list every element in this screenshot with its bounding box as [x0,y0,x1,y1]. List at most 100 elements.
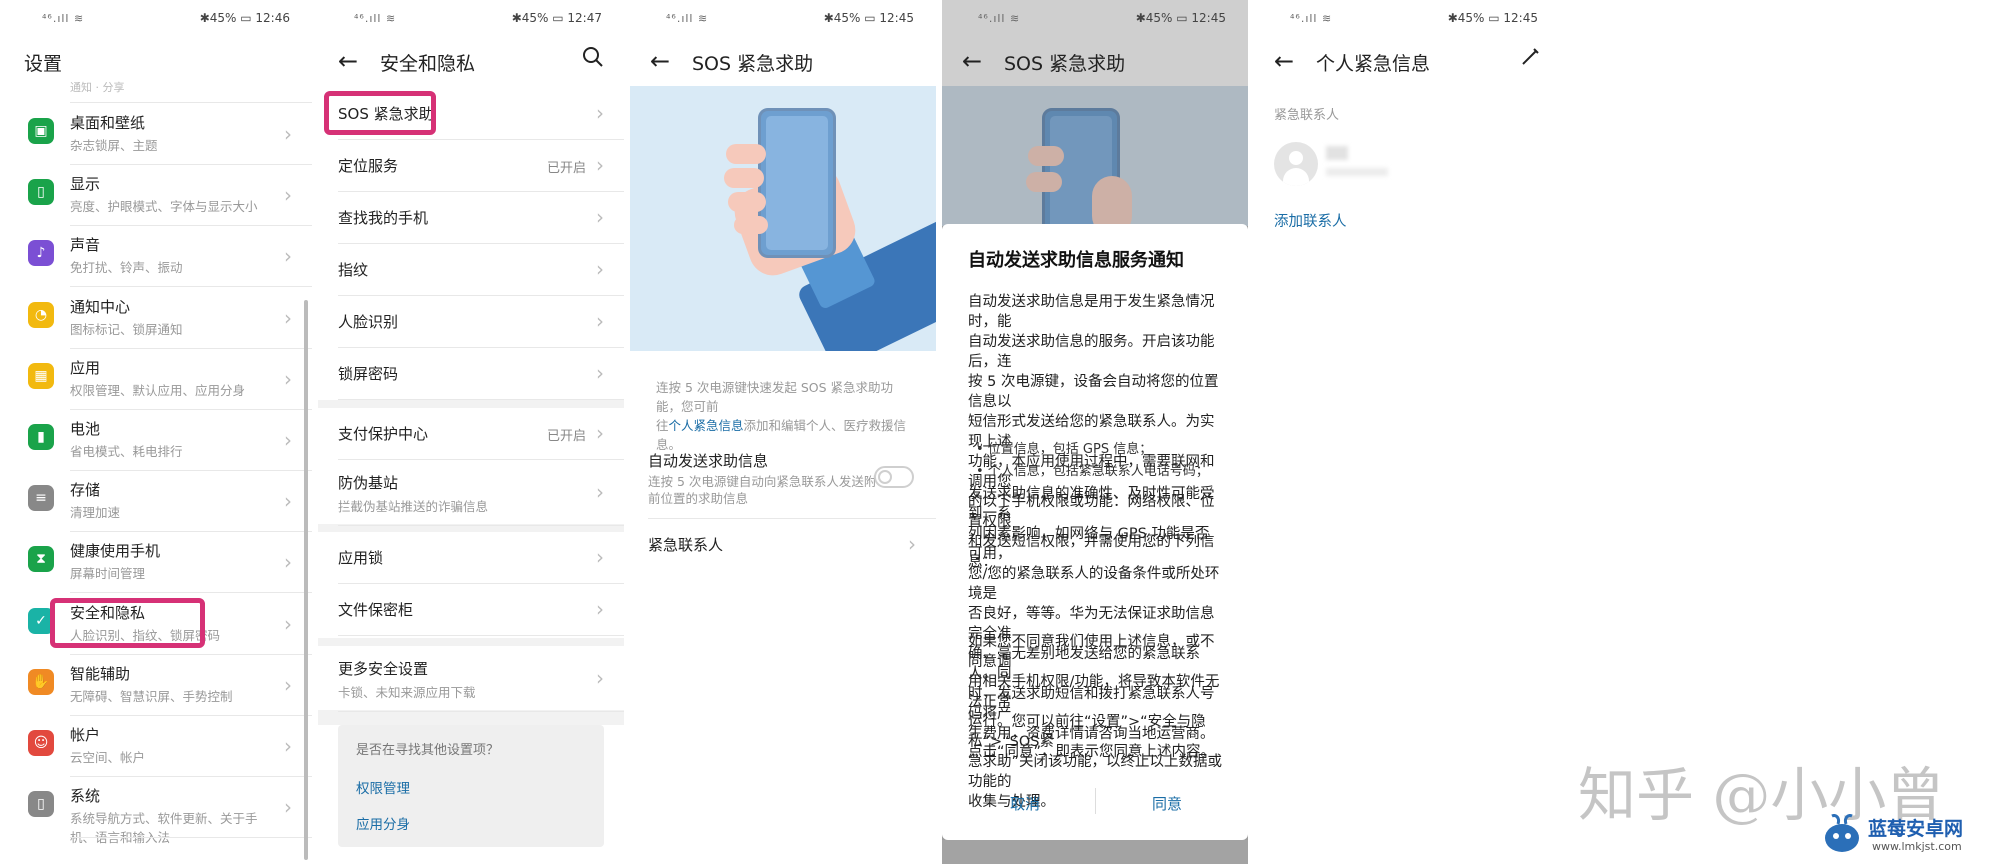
security-item-7[interactable]: 防伪基站 拦截伪基站推送的诈骗信息 › [318,460,624,526]
security-item-label: 锁屏密码 [338,365,399,383]
contact-name-redacted [1326,146,1348,160]
security-item-2[interactable]: 查找我的手机 › [318,192,624,244]
settings-item-10[interactable]: ☺ 帐户 云空间、帐户 › [6,716,312,777]
security-item-label: 查找我的手机 [338,209,429,227]
settings-item-4[interactable]: ▦ 应用权限管理、默认应用、应用分身 › [6,349,312,410]
settings-item-label: 帐户 [70,726,101,744]
settings-item-5[interactable]: ▮ 电池 省电模式、耗电排行 › [6,410,312,471]
chevron-right-icon: › [596,361,604,385]
edit-pencil-icon[interactable] [1520,46,1540,76]
back-arrow-icon[interactable]: ← [962,46,982,76]
link-app-twin[interactable]: 应用分身 [356,813,410,833]
security-item-label: 人脸识别 [338,313,399,331]
security-item-6[interactable]: 支付保护中心 已开启 › [318,408,624,460]
signal-icon: ⁴⁶.ıll ≋ [354,12,397,25]
search-icon[interactable] [582,46,604,77]
security-item-9[interactable]: 文件保密柜 › [318,584,624,636]
sos-dialog-screen: ⁴⁶.ıll ≋ ✱45% ▭ 12:45 ← SOS 紧急求助 自动发送求助信… [942,0,1248,864]
settings-item-0[interactable]: ▣ 桌面和壁纸 杂志锁屏、主题 › [6,104,312,165]
status-bar: ⁴⁶.ıll ≋ ✱45% ▭ 12:45 [630,0,936,36]
link-permission-management[interactable]: 权限管理 [356,777,410,797]
settings-item-sub: 权限管理、默认应用、应用分身 [70,382,246,398]
chevron-right-icon: › [284,183,292,208]
chevron-right-icon: › [284,489,292,514]
bullet-personal: • 个人信息，包括紧急联系人电话号码； [976,464,1209,479]
security-item-label: 文件保密柜 [338,601,414,619]
chevron-right-icon: › [284,366,292,391]
finger [1026,172,1062,192]
chevron-right-icon: › [596,309,604,333]
security-item-3[interactable]: 指纹 › [318,244,624,296]
system-icon: ▯ [28,791,54,818]
emergency-contacts-label[interactable]: 紧急联系人 [648,534,723,555]
security-item-5[interactable]: 锁屏密码 › [318,348,624,400]
back-arrow-icon[interactable]: ← [338,46,358,76]
signal-icon: ⁴⁶.ıll ≋ [666,12,709,25]
app-bar: ← SOS 紧急求助 [942,36,1248,86]
contact-phone-redacted [1326,168,1388,176]
security-item-sub: 卡锁、未知来源应用下载 [338,685,476,700]
personal-info-link[interactable]: 个人紧急信息 [669,418,744,433]
display-icon: ▯ [28,179,54,206]
security-item-8[interactable]: 应用锁 › [318,532,624,584]
chevron-right-icon: › [284,305,292,330]
sos-illustration-dimmed [942,86,1248,226]
app-bar: ← SOS 紧急求助 [630,36,936,86]
settings-item-sub: 云空间、帐户 [70,750,146,765]
settings-item-7[interactable]: ⧗ 健康使用手机 屏幕时间管理 › [6,532,312,594]
settings-item-label: 声音 [70,236,101,255]
auto-send-toggle[interactable] [874,466,914,488]
status-bar: ⁴⁶.ıll ≋ ✱45% ▭ 12:47 [318,0,624,36]
cancel-button[interactable]: 取消 [1010,793,1040,814]
back-arrow-icon[interactable]: ← [1274,46,1294,76]
page-title: SOS 紧急求助 [1004,53,1126,75]
sos-screen: ⁴⁶.ıll ≋ ✱45% ▭ 12:45 ← SOS 紧急求助 连按 5 次电… [630,0,936,864]
settings-item-sub: 亮度、护眼模式、字体与显示大小 [70,199,258,215]
back-arrow-icon[interactable]: ← [650,46,670,76]
settings-item-label: 通知中心 [70,297,131,316]
security-item-label: 防伪基站 [338,474,399,492]
apps-icon: ▦ [28,362,54,389]
settings-screen: ⁴⁶.ıll ≋ ✱45% ▭ 12:46 设置 通知 · 分享 ▣ 桌面和壁纸杂… [6,0,312,864]
chevron-right-icon: › [596,421,604,445]
security-item-1[interactable]: 定位服务 已开启 › [318,140,624,192]
status-right: ✱45% ▭ 12:47 [512,11,602,25]
settings-item-3[interactable]: ◔ 通知中心 图标标记、锁屏通知 › [6,288,312,349]
scrollbar[interactable] [304,300,308,860]
finger [1028,146,1064,166]
finger [728,192,766,212]
security-item-label: 定位服务 [338,157,399,175]
agree-button[interactable]: 同意 [1152,793,1182,814]
contact-avatar[interactable] [1274,142,1318,186]
storage-icon: ≡ [28,485,54,512]
settings-item-sub: 系统导航方式、软件更新、关于手机、语言和输入法 [70,811,258,846]
bullet-location: • 位置信息，包括 GPS 信息； [976,442,1153,457]
group-separator [318,400,624,408]
settings-item-2[interactable]: ♪ 声音 免打扰、铃声、振动 › [6,226,312,288]
settings-item-sub: 免打扰、铃声、振动 [70,260,183,276]
status-bar: ⁴⁶.ıll ≋ ✱45% ▭ 12:45 [1254,0,1560,36]
signal-icon: ⁴⁶.ıll ≋ [42,12,85,25]
security-item-10[interactable]: 更多安全设置 卡锁、未知来源应用下载 › [318,646,624,712]
chevron-right-icon: › [908,532,916,556]
chevron-right-icon: › [284,672,292,697]
chevron-right-icon: › [596,153,604,177]
settings-item-9[interactable]: ✋ 智能辅助 无障碍、智慧识屏、手势控制 › [6,655,312,716]
settings-item-11[interactable]: ▯ 系统 系统导航方式、软件更新、关于手机、语言和输入法 › [6,777,312,845]
security-item-4[interactable]: 人脸识别 › [318,296,624,348]
bell-icon: ◔ [28,301,54,328]
page-title: SOS 紧急求助 [692,53,814,75]
settings-item-1[interactable]: ▯ 显示 亮度、护眼模式、字体与显示大小 › [6,165,312,227]
add-contact-link[interactable]: 添加联系人 [1274,210,1347,231]
status-right: ✱45% ▭ 12:45 [1448,11,1538,25]
settings-item-6[interactable]: ≡ 存储 清理加速 › [6,471,312,533]
settings-item-label: 电池 [70,420,101,438]
settings-item-label: 应用 [70,358,101,377]
security-item-status: 已开启 [546,429,586,444]
app-bar: 设置 [6,36,312,86]
security-privacy-screen: ⁴⁶.ıll ≋ ✱45% ▭ 12:47 ← 安全和隐私 SOS 紧急求助 › 定… [318,0,624,864]
settings-item-sub: 省电模式、耗电排行 [70,444,183,459]
chevron-right-icon: › [596,101,604,125]
battery-icon: ✱45% ▭ [511,11,564,25]
battery-icon: ✱45% ▭ [1447,11,1500,25]
